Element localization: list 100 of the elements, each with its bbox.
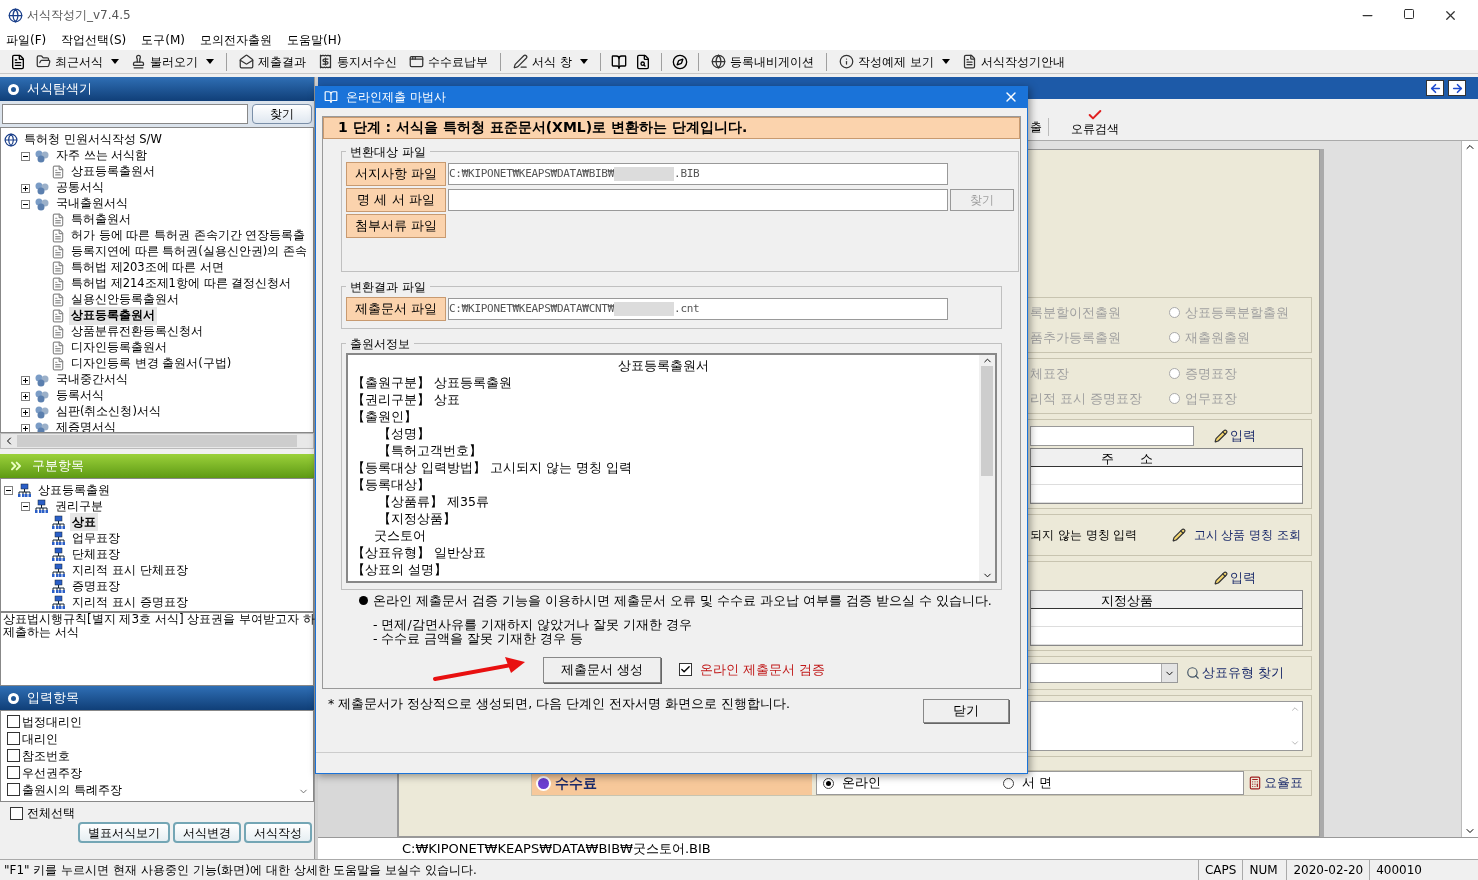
document-icon	[51, 213, 65, 227]
file-path-field[interactable]: C:₩KIPONET₩KEAPS₩DATA₩BIB₩ .BIB	[448, 162, 948, 185]
tree-item[interactable]: 상품분류전환등록신청서	[69, 323, 205, 341]
status-cell: 400010	[1369, 860, 1428, 880]
next-button[interactable]	[1448, 80, 1466, 96]
collapse-icon[interactable]	[21, 501, 30, 511]
checkbox[interactable]	[679, 663, 692, 677]
text-field[interactable]	[1030, 426, 1194, 446]
file-path-field[interactable]: C:₩KIPONET₩KEAPS₩DATA₩CNT₩ .cnt	[448, 297, 948, 320]
file-path-field[interactable]	[448, 188, 948, 211]
radio-button[interactable]	[1168, 392, 1180, 404]
caret-icon	[941, 59, 950, 64]
expand-icon[interactable]	[21, 183, 30, 193]
tree-item[interactable]: 실용신안등록출원서	[69, 291, 181, 309]
toolbar-button[interactable]: 등록내비게이션	[706, 52, 818, 71]
tree-item[interactable]: 디자인등록출원서	[69, 339, 169, 357]
org-chart-icon	[51, 594, 66, 610]
tree-item[interactable]: 심판(취소신청)서식	[54, 403, 163, 421]
tree-item[interactable]: 허가 등에 따른 특허권 존속기간 연장등록출	[69, 227, 308, 245]
checkbox[interactable]	[7, 766, 20, 779]
menu-item[interactable]: 파일(F)	[6, 31, 47, 49]
toolbar-button[interactable]: 제출결과	[235, 52, 310, 71]
expand-icon[interactable]	[21, 375, 30, 385]
radio-button[interactable]	[1168, 331, 1180, 343]
find-type-link[interactable]: 상표유형 찾기	[1186, 663, 1285, 683]
form-button[interactable]: 별표서식보기	[78, 822, 170, 843]
file-path: C:₩KIPONET₩KEAPS₩DATA₩BIB₩굿스토어.BIB	[402, 839, 711, 858]
tree-item[interactable]: 상표등록출원서	[69, 307, 157, 325]
scrollbar-thumb[interactable]	[17, 435, 297, 447]
close-dialog-button[interactable]: 닫기	[923, 698, 1009, 723]
tree-item[interactable]: 디자인등록 변경 출원서(구법)	[69, 355, 234, 373]
search-icon	[1186, 666, 1200, 680]
collapse-icon[interactable]	[21, 199, 30, 209]
checkbox[interactable]	[10, 806, 23, 820]
radio-button[interactable]	[823, 777, 834, 789]
input-link[interactable]: 입력	[1214, 426, 1256, 446]
toolbar-dropdown[interactable]: 서식 창	[509, 52, 592, 71]
tree-item[interactable]: 지리적 표시 단체표장	[70, 561, 190, 579]
collapse-icon[interactable]	[4, 485, 13, 495]
lookup-link[interactable]: 고시 상품 명칭 조회	[1171, 526, 1307, 544]
tree-item[interactable]: 지리적 표시 증명표장	[70, 593, 190, 611]
tree-item[interactable]: 국내출원서식	[54, 195, 130, 213]
menu-item[interactable]: 도움말(H)	[286, 31, 342, 49]
menu-item[interactable]: 도구(M)	[141, 31, 185, 49]
menu-item[interactable]: 모의전자출원	[199, 31, 272, 49]
checkbox[interactable]	[7, 715, 20, 728]
tree-item[interactable]: 상표	[70, 513, 98, 531]
tree-item[interactable]: 자주 쓰는 서식함	[54, 147, 150, 165]
checkbox[interactable]	[7, 732, 20, 745]
tree-item[interactable]: 상표등록출원서	[69, 163, 157, 181]
tree-item[interactable]: 특허법 제203조에 따른 서면	[69, 259, 226, 277]
collapse-icon[interactable]	[21, 151, 30, 161]
expand-icon[interactable]	[21, 391, 30, 401]
toolbar-button[interactable]: 통지서수신	[314, 52, 401, 71]
form-button[interactable]: 서식작성	[244, 822, 312, 843]
toolbar-dropdown[interactable]: 최근서식	[32, 52, 123, 71]
tree-item[interactable]: 특허출원서	[69, 211, 133, 229]
horizontal-scrollbar[interactable]	[0, 433, 314, 449]
radio-button[interactable]	[1003, 777, 1014, 789]
previous-button[interactable]	[1426, 80, 1444, 96]
document-icon	[51, 293, 65, 307]
search-field[interactable]	[2, 104, 248, 124]
radio-button[interactable]	[1168, 307, 1180, 319]
checkbox[interactable]	[7, 749, 20, 762]
rate-table-link[interactable]: 요율표	[1248, 773, 1311, 793]
expand-icon[interactable]	[21, 423, 30, 432]
tree-item[interactable]: 증명표장	[70, 577, 122, 595]
toolbar-button[interactable]: 서식작성기안내	[957, 52, 1069, 71]
document-icon	[51, 261, 65, 275]
group-title: 변환대상 파일	[349, 143, 427, 161]
scrollbar-thumb[interactable]	[981, 365, 993, 476]
tree-item[interactable]: 권리구분	[53, 497, 105, 515]
radio-label: 업무표장	[1184, 389, 1238, 408]
toolbar-button[interactable]: 수수료납부	[405, 52, 492, 71]
vertical-scrollbar[interactable]	[979, 354, 995, 581]
toolbar-dropdown[interactable]: 작성예제 보기	[834, 52, 954, 71]
tree-item[interactable]: 특허법 제214조제1항에 따른 결정신청서	[69, 275, 294, 293]
tree-item[interactable]: 업무표장	[70, 529, 122, 547]
type-dropdown[interactable]	[1030, 663, 1178, 683]
vertical-scrollbar[interactable]	[1461, 141, 1478, 837]
tree-item[interactable]: 공통서식	[54, 179, 106, 197]
radio-button[interactable]	[1168, 368, 1180, 380]
tree-item[interactable]: 상표등록출원	[36, 481, 112, 499]
tree-item[interactable]: 등록서식	[54, 387, 106, 405]
tree-item[interactable]: 국내중간서식	[54, 371, 130, 389]
menu-item[interactable]: 작업선택(S)	[61, 31, 127, 49]
tree-item[interactable]: 특허청 민원서식작성 S/W	[22, 131, 164, 149]
checkbox[interactable]	[7, 783, 20, 796]
generate-button[interactable]: 제출문서 생성	[543, 656, 661, 683]
error-check-button[interactable]: 오류검색	[1071, 107, 1119, 136]
toolbar-dropdown[interactable]: 불러오기	[127, 52, 218, 71]
document-icon	[51, 165, 65, 179]
org-chart-icon	[51, 530, 66, 546]
find-button[interactable]: 찾기	[252, 104, 312, 124]
maximize-icon[interactable]	[1403, 7, 1415, 20]
form-button[interactable]: 서식변경	[173, 822, 241, 843]
input-link[interactable]: 입력	[1214, 568, 1256, 588]
expand-icon[interactable]	[21, 407, 30, 417]
tree-item[interactable]: 등록지연에 따른 특허권(실용신안권)의 존속	[69, 243, 309, 261]
tree-item[interactable]: 단체표장	[70, 545, 122, 563]
